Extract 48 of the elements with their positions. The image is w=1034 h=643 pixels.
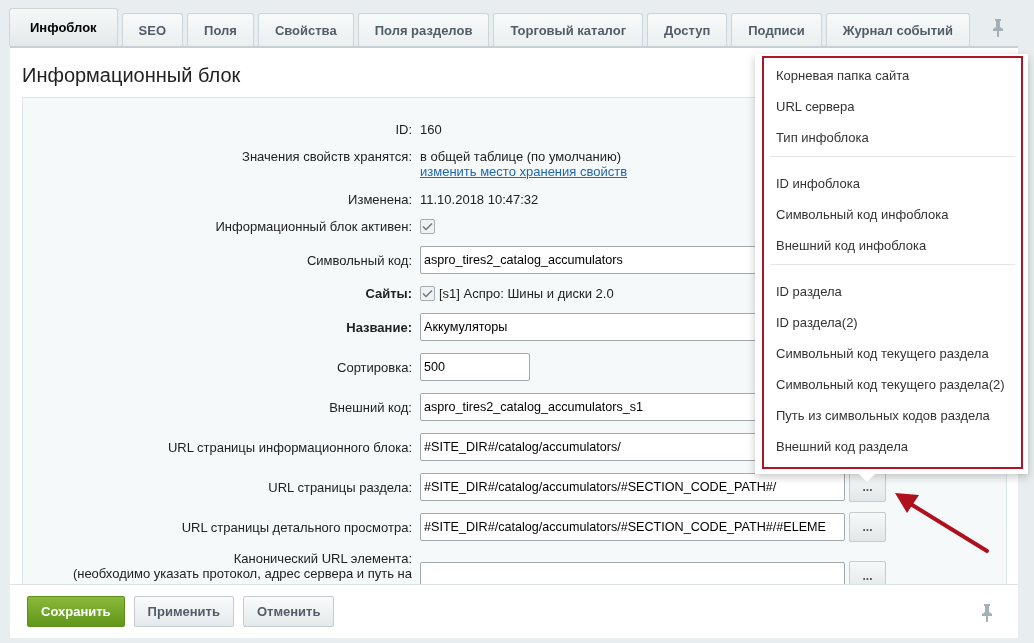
menu-item[interactable]: URL сервера: [764, 94, 1021, 125]
checkbox[interactable]: [420, 219, 435, 234]
field-label: Название:: [346, 319, 412, 335]
field-label: Символьный код:: [306, 252, 412, 268]
insert-macro-button[interactable]: ...: [849, 512, 886, 542]
text-field[interactable]: #SITE_DIR#/catalog/accumulators/#SECTION_CODE_PATH#/#ELEME: [420, 513, 845, 541]
menu-item[interactable]: Корневая папка сайта: [764, 63, 1021, 94]
field-label: Внешний код:: [329, 399, 412, 415]
form-button[interactable]: Отменить: [242, 596, 335, 627]
menu-item[interactable]: Символьный код инфоблока: [764, 202, 1021, 233]
text-field[interactable]: 500: [420, 353, 530, 381]
menu-item[interactable]: ID раздела: [764, 279, 1021, 310]
page-title: Информационный блок: [22, 64, 241, 88]
menu-item[interactable]: Тип инфоблока: [764, 125, 1021, 156]
tab[interactable]: Поля разделов: [357, 13, 490, 46]
field-label: Значения свойств хранятся:: [242, 149, 412, 164]
checkbox[interactable]: [420, 286, 435, 301]
tab[interactable]: Журнал событий: [825, 13, 971, 46]
pin-icon[interactable]: [982, 604, 992, 622]
text-field[interactable]: #SITE_DIR#/catalog/accumulators/#SECTION_CODE_PATH#/: [420, 473, 845, 501]
text-field[interactable]: [420, 562, 845, 584]
tab[interactable]: Свойства: [257, 13, 354, 46]
field-note: (необходимо указать протокол, адрес сервера и путь на: [72, 566, 412, 581]
field-label: ID:: [395, 122, 412, 137]
field-label: Канонический URL элемента:: [233, 551, 412, 566]
field-value: в общей таблице (по умолчанию): [420, 149, 622, 164]
field-label: Информационный блок активен:: [215, 219, 412, 234]
pin-icon[interactable]: [993, 19, 1003, 37]
tab[interactable]: Доступ: [647, 13, 728, 46]
tab[interactable]: SEO: [121, 13, 184, 46]
tab[interactable]: Поля: [187, 13, 254, 46]
tab[interactable]: Подписи: [731, 13, 822, 46]
menu-item[interactable]: ID инфоблока: [764, 171, 1021, 202]
field-label: Сортировка:: [337, 359, 412, 375]
field-label: URL страницы детального просмотра:: [181, 519, 412, 535]
field-label: URL страницы раздела:: [268, 479, 412, 495]
tab[interactable]: Торговый каталог: [493, 13, 644, 46]
field-value: 11.10.2018 10:47:32: [420, 192, 539, 207]
insert-macro-button[interactable]: ...: [849, 561, 886, 584]
change-storage-link[interactable]: изменить место хранения свойств: [420, 164, 628, 179]
field-label: Изменена:: [348, 192, 412, 207]
field-label: Сайты:: [365, 286, 412, 301]
site-name: [s1] Аспро: Шины и диски 2.0: [439, 286, 614, 301]
form-button[interactable]: Применить: [133, 596, 234, 627]
tab[interactable]: Инфоблок: [9, 8, 118, 46]
field-value: 160: [420, 122, 442, 137]
menu-item[interactable]: Символьный код текущего раздела: [764, 341, 1021, 372]
field-label: URL страницы информационного блока:: [167, 439, 412, 455]
